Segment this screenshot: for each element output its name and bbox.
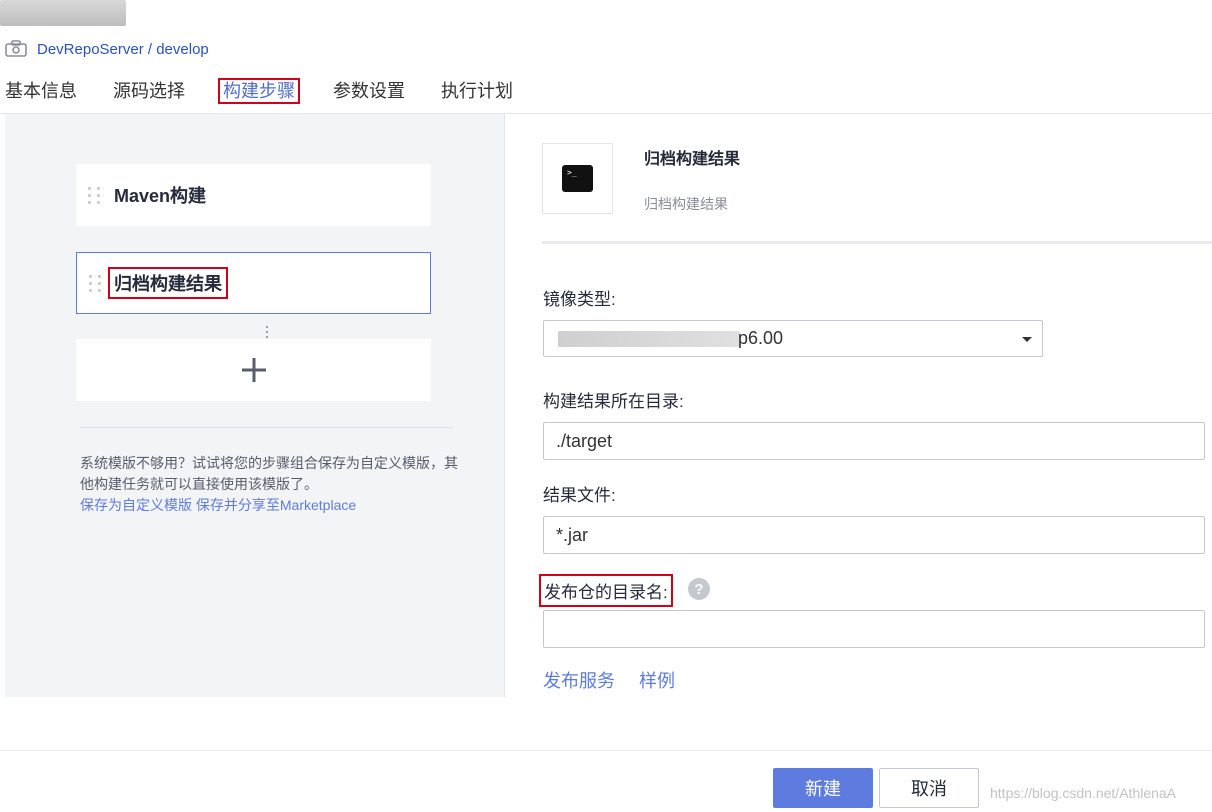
step-label: Maven构建 [114,186,207,206]
repo-icon [5,40,27,58]
watermark: https://blog.csdn.net/AthlenaA [990,785,1177,801]
repo-branch-link[interactable]: DevRepoServer / develop [37,41,209,58]
step-card-maven[interactable]: Maven构建 [76,164,431,226]
result-file-input[interactable]: *.jar [543,516,1205,554]
footer-divider [0,750,1212,751]
release-dir-label: 发布仓的目录名: [539,574,673,607]
tab-bar: 基本信息 源码选择 构建步骤 参数设置 执行计划 [0,78,549,121]
step-tool-icon-box: >_ [542,143,613,214]
step-title: 归档构建结果 [644,151,741,168]
image-type-value: p6.00 [738,328,784,348]
cancel-button[interactable]: 取消 [879,768,979,808]
page-title-redacted [0,0,126,26]
output-dir-label: 构建结果所在目录: [543,392,684,411]
result-file-label: 结果文件: [543,486,616,505]
publish-service-link[interactable]: 发布服务 [543,667,615,693]
image-type-select[interactable]: p6.00 [543,320,1043,357]
tab-parameters[interactable]: 参数设置 [333,78,405,114]
share-marketplace-link[interactable]: 保存并分享至Marketplace [196,497,356,513]
help-icon[interactable]: ? [688,578,710,600]
release-dir-input[interactable] [543,610,1205,648]
detail-links: 发布服务 样例 [543,667,675,693]
tab-basic-info[interactable]: 基本信息 [5,78,77,114]
add-step-button[interactable] [76,339,431,401]
save-template-link[interactable]: 保存为自定义模版 [80,497,192,513]
drag-handle-icon[interactable] [88,178,102,212]
drag-handle-icon[interactable] [89,266,103,300]
step-description: 归档构建结果 [644,196,728,212]
tab-build-steps[interactable]: 构建步骤 [218,78,300,121]
tab-source-select[interactable]: 源码选择 [113,78,185,114]
template-hint-text: 系统模版不够用？试试将您的步骤组合保存为自定义模版，其他构建任务就可以直接使用该… [80,455,458,492]
template-links: 保存为自定义模版 保存并分享至Marketplace [80,495,356,516]
output-dir-input[interactable]: ./target [543,422,1205,460]
step-connector [266,326,268,338]
hint-divider [80,427,453,428]
step-card-archive[interactable]: 归档构建结果 [76,252,431,314]
create-button[interactable]: 新建 [773,768,873,808]
plus-icon [241,358,266,382]
tab-schedule[interactable]: 执行计划 [441,78,513,114]
example-link[interactable]: 样例 [639,667,675,693]
image-type-label: 镜像类型: [543,290,616,309]
panel-divider [504,114,505,697]
caret-down-icon [1022,337,1032,342]
redacted-value [558,330,740,347]
detail-divider [542,241,1212,244]
terminal-icon: >_ [562,165,593,192]
step-label: 归档构建结果 [108,267,228,299]
repo-row: DevRepoServer / develop [5,38,209,60]
